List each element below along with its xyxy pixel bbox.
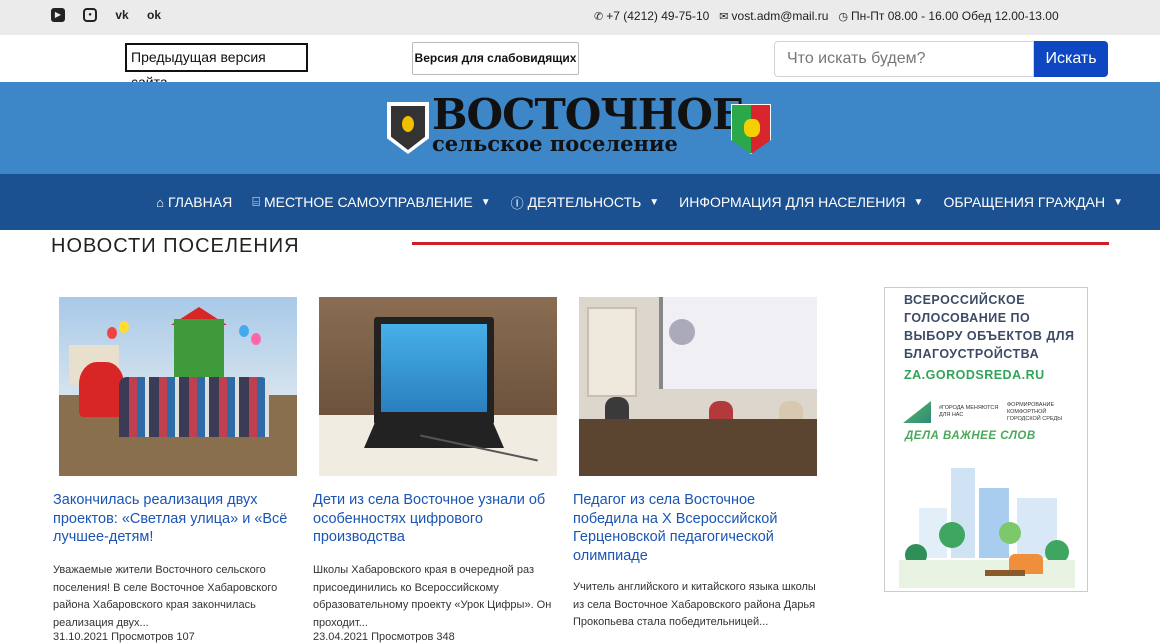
search-button[interactable]: Искать: [1034, 41, 1108, 77]
news-excerpt: Учитель английского и китайского языка ш…: [573, 581, 816, 628]
nav-item-appeals[interactable]: ОБРАЩЕНИЯ ГРАЖДАН ▼: [943, 194, 1123, 210]
ad-logo-text-2: ФОРМИРОВАНИЕ КОМФОРТНОЙ ГОРОДСКОЙ СРЕДЫ: [1007, 401, 1063, 422]
ad-logos: #ГОРОДА МЕНЯЮТСЯ ДЛЯ НАС ФОРМИРОВАНИЕ КО…: [903, 398, 1078, 426]
site-banner: ВОСТОЧНОЕ сельское поселение: [0, 82, 1160, 174]
info-icon: ⓘ: [510, 195, 524, 211]
youtube-icon[interactable]: ▶: [51, 8, 65, 22]
section-divider: [412, 242, 1109, 245]
nav-item-activity[interactable]: ⓘ ДЕЯТЕЛЬНОСТЬ ▼: [511, 193, 660, 212]
news-title[interactable]: Педагог из села Восточное победила на X …: [573, 491, 823, 565]
news-meta: 31.10.2021 Просмотров 107: [53, 631, 195, 643]
email-contact[interactable]: ✉ vost.adm@mail.ru: [719, 9, 828, 23]
nav-label: МЕСТНОЕ САМОУПРАВЛЕНИЕ: [264, 194, 473, 210]
nav-label: ИНФОРМАЦИЯ ДЛЯ НАСЕЛЕНИЯ: [679, 194, 906, 210]
news-excerpt: Уважаемые жители Восточного сельского по…: [53, 564, 278, 629]
top-contact-bar: ▶ ● vk ok ✆ +7 (4212) 49-75-10 ✉ vost.adm@…: [0, 0, 1160, 35]
news-date: 23.04.2021: [313, 631, 369, 643]
envelope-icon: ✉: [719, 11, 729, 23]
news-title[interactable]: Закончилась реализация двух проектов: «С…: [53, 491, 303, 547]
news-image[interactable]: [579, 297, 817, 476]
nav-item-information[interactable]: ИНФОРМАЦИЯ ДЛЯ НАСЕЛЕНИЯ ▼: [679, 194, 923, 210]
instagram-icon[interactable]: ●: [83, 8, 97, 22]
coat-of-arms-figure: [402, 116, 414, 132]
hours-text: Пн-Пт 08.00 - 16.00 Обед 12.00-13.00: [851, 9, 1059, 23]
phone-text: +7 (4212) 49-75-10: [606, 9, 710, 23]
site-logo-subtitle[interactable]: сельское поселение: [432, 132, 678, 156]
voting-ad-banner[interactable]: ВСЕРОССИЙСКОЕ ГОЛОСОВАНИЕ ПО ВЫБОРУ ОБЪЕ…: [884, 287, 1088, 592]
news-image[interactable]: [319, 297, 557, 476]
news-views: Просмотров 107: [111, 631, 195, 643]
news-date: 31.10.2021: [53, 631, 109, 643]
news-title[interactable]: Дети из села Восточное узнали об особенн…: [313, 491, 563, 547]
phone-contact: ✆ +7 (4212) 49-75-10: [594, 9, 709, 23]
village-emblem-icon: [731, 104, 771, 154]
chevron-down-icon: ▼: [1113, 196, 1123, 208]
contact-info: ✆ +7 (4212) 49-75-10 ✉ vost.adm@mail.ru ◷ П…: [594, 9, 1059, 23]
nav-label: ГЛАВНАЯ: [167, 194, 233, 210]
main-navigation: ⌂ ГЛАВНАЯ ⌸ МЕСТНОЕ САМОУПРАВЛЕНИЕ ▼ ⓘ Д…: [0, 174, 1160, 230]
ad-logo-text-1: #ГОРОДА МЕНЯЮТСЯ ДЛЯ НАС: [939, 405, 999, 418]
email-text[interactable]: vost.adm@mail.ru: [732, 9, 829, 23]
home-icon: ⌂: [156, 194, 164, 210]
news-excerpt: Школы Хабаровского края в очередной раз …: [313, 564, 552, 629]
social-links: ▶ ● vk ok: [51, 8, 161, 22]
search-input[interactable]: [774, 41, 1034, 77]
chevron-down-icon: ▼: [649, 196, 660, 208]
clock-icon: ◷: [838, 11, 848, 23]
chevron-down-icon: ▼: [913, 196, 924, 208]
ad-url[interactable]: ZA.GORODSREDA.RU: [904, 368, 1045, 382]
nav-label: ДЕЯТЕЛЬНОСТЬ: [527, 194, 642, 210]
nav-item-local-government[interactable]: ⌸ МЕСТНОЕ САМОУПРАВЛЕНИЕ ▼: [252, 194, 490, 210]
nav-label: ОБРАЩЕНИЯ ГРАЖДАН: [943, 194, 1106, 210]
previous-version-button[interactable]: Предыдущая версия сайта: [125, 43, 308, 90]
section-title: НОВОСТИ ПОСЕЛЕНИЯ: [51, 235, 300, 257]
vk-icon[interactable]: vk: [115, 8, 129, 22]
chevron-down-icon: ▼: [480, 196, 491, 208]
ad-text: ВСЕРОССИЙСКОЕ ГОЛОСОВАНИЕ ПО ВЫБОРУ ОБЪЕ…: [904, 293, 1075, 361]
institution-icon: ⌸: [252, 194, 261, 209]
utility-row: Предыдущая версия сайта Версия для слабо…: [0, 35, 1160, 90]
low-vision-button[interactable]: Версия для слабовидящих: [412, 42, 579, 75]
ad-motto: ДЕЛА ВАЖНЕЕ СЛОВ: [905, 430, 1036, 442]
odnoklassniki-icon[interactable]: ok: [147, 8, 161, 22]
nav-item-home[interactable]: ⌂ ГЛАВНАЯ: [156, 194, 232, 210]
news-meta: 23.04.2021 Просмотров 348: [313, 631, 455, 643]
phone-icon: ✆: [594, 11, 604, 23]
city-illustration: [899, 448, 1075, 588]
news-image[interactable]: [59, 297, 297, 476]
news-views: Просмотров 348: [371, 631, 455, 643]
ad-logo-icon: [903, 401, 931, 423]
hours-contact: ◷ Пн-Пт 08.00 - 16.00 Обед 12.00-13.00: [838, 9, 1058, 23]
